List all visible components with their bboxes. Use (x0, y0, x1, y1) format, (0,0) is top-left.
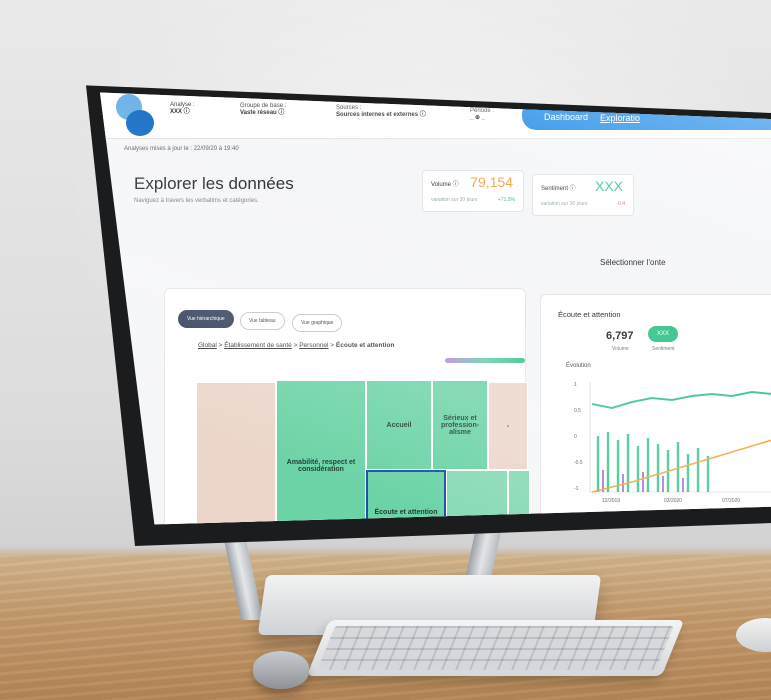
breadcrumb-current: Écoute et attention (335, 342, 395, 349)
x-tick: 12/2019 (602, 498, 620, 504)
kpi-change: +71,5% (497, 197, 515, 203)
filter-label: Sources : (336, 105, 362, 111)
filter-value: Sources internes et externes ⓘ (336, 112, 426, 118)
kpi-value: 79,154 (470, 174, 513, 190)
breadcrumb-link[interactable]: Établissement de santé (224, 342, 292, 349)
detail-title: Écoute et attention (558, 310, 621, 319)
treemap-cell[interactable]: - (488, 382, 528, 470)
filter-label: Analyse : (170, 102, 195, 108)
page-subtitle: Naviguez à travers les verbatims et caté… (134, 198, 259, 204)
treemap-cell[interactable]: Accueil (366, 380, 432, 470)
kpi-sub: variation sur 30 jours (431, 197, 478, 203)
logo-bubble-dark (126, 110, 154, 136)
keyboard (306, 620, 685, 676)
sentiment-line (591, 390, 771, 410)
view-hierarchical-button[interactable]: Vue hiérarchique (178, 310, 234, 328)
treemap-cell[interactable]: Sérieux et profession- alisme (432, 380, 488, 470)
breadcrumb-link[interactable]: Personnel (299, 342, 328, 349)
breadcrumb: Global > Établissement de santé > Person… (198, 342, 395, 349)
evolution-chart: 1 0.5 0 -0.5 -1 12/2019 03/2020 07/2020 (574, 382, 771, 504)
detail-sentiment-label: Sentiment (652, 346, 675, 352)
purple-bars (602, 470, 684, 492)
keyboard-keys (317, 626, 674, 670)
x-tick: 07/2020 (722, 498, 740, 504)
evolution-label: Évolution (566, 363, 591, 369)
kpi-volume: Volume ⓘ 79,154 variation sur 30 jours +… (422, 170, 524, 212)
page-title: Explorer les données (134, 174, 294, 193)
treemap-cell[interactable] (196, 382, 276, 525)
view-table-button[interactable]: Vue tableau (240, 312, 285, 330)
detail-volume-value: 6,797 (606, 330, 634, 342)
y-tick: 1 (574, 382, 577, 388)
select-context[interactable]: Sélectionner l'onte (600, 258, 666, 267)
y-tick: -0.5 (574, 460, 583, 466)
filter-groupe[interactable]: Groupe de base : Vaste réseau ⓘ (240, 103, 286, 117)
y-tick: -1 (574, 486, 579, 492)
filter-value: XXX ⓘ (170, 109, 190, 115)
kpi-value: XXX (594, 178, 623, 194)
kpi-label: Volume ⓘ (431, 182, 459, 188)
filter-value: Vaste réseau ⓘ (240, 110, 285, 116)
filter-label: Groupe de base : (240, 103, 287, 109)
filter-value: _ ⊕ _ (470, 115, 486, 121)
y-tick: 0.5 (574, 408, 581, 414)
x-tick: 03/2020 (664, 498, 682, 504)
sentiment-legend (445, 358, 525, 363)
detail-volume-label: Volume (612, 346, 629, 352)
volume-bars (596, 432, 710, 492)
kpi-sub: variation sur 30 jours (541, 201, 588, 207)
monitor-screen: Analyse : XXX ⓘ Groupe de base : Vaste r… (100, 92, 771, 525)
filter-analyse[interactable]: Analyse : XXX ⓘ (170, 102, 195, 116)
filter-periode[interactable]: Période : _ ⊕ _ (470, 108, 494, 122)
kpi-sentiment: Sentiment ⓘ XXX variation sur 30 jours -… (532, 174, 634, 216)
surface-dial (253, 651, 309, 689)
treemap-cell[interactable]: Amabilité, respect et considération (276, 380, 366, 525)
last-updated: Analyses mises à jour le : 22/09/20 à 19… (124, 146, 239, 152)
detail-sentiment-badge: XXX (648, 326, 678, 342)
filter-label: Période : (470, 108, 495, 114)
filter-sources[interactable]: Sources : Sources internes et externes ⓘ (336, 105, 426, 119)
kpi-label: Sentiment ⓘ (541, 186, 576, 192)
y-tick: 0 (574, 434, 577, 440)
breadcrumb-link[interactable]: Global (198, 342, 217, 349)
kpi-change: -0,4 (616, 201, 625, 207)
view-chart-button[interactable]: Vue graphique (292, 314, 343, 332)
